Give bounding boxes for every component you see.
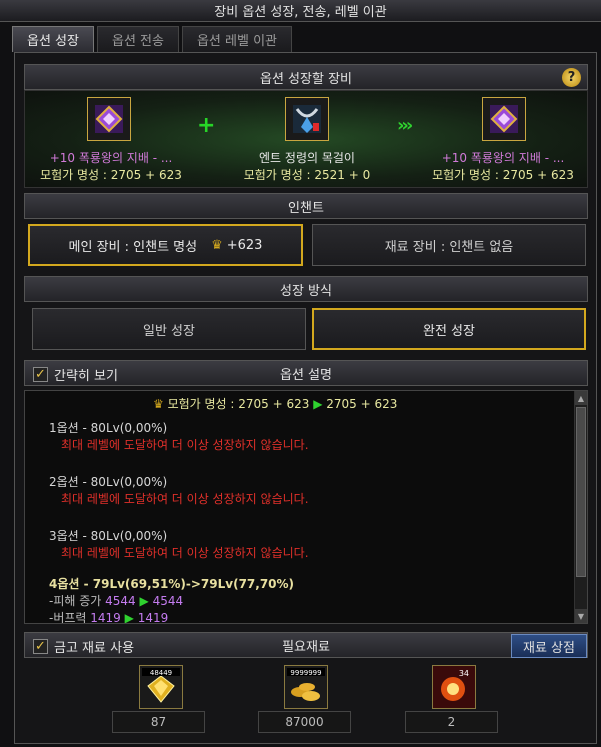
material-equip-name: 엔트 정령의 목걸이 (259, 151, 355, 165)
material-item-3-badge: 34 (459, 669, 469, 678)
growth-method-title: 성장 방식 (280, 283, 332, 299)
buff-label: -버프력 (49, 611, 87, 624)
checkbox-icon[interactable]: ✓ (33, 367, 48, 382)
material-item-3-count: 2 (405, 711, 498, 733)
option2-desc: 최대 레벨에 도달하여 더 이상 성장하지 않습니다. (61, 492, 309, 506)
material-item-1[interactable]: 48449 (139, 665, 183, 709)
material-item-3[interactable]: 34 (432, 665, 476, 709)
scroll-up-icon[interactable]: ▲ (575, 391, 587, 405)
equip-section-title: 옵션 성장할 장비 (260, 71, 352, 87)
enchant-header: 인챈트 (24, 193, 588, 219)
materials-header: ✓ 금고 재료 사용 필요재료 (24, 632, 588, 658)
materials-title: 필요재료 (282, 639, 330, 655)
tab-option-level-transfer[interactable]: 옵션 레벨 이관 (181, 26, 292, 52)
option3-title: 3옵션 - 80Lv(0,00%) (49, 529, 168, 543)
material-item-1-badge: 48449 (150, 669, 172, 677)
fame-crown-icon: ♛ (211, 237, 223, 253)
fame-from: 모험가 명성 : 2705 + 623 (167, 397, 310, 411)
fame-to: 2705 + 623 (326, 397, 398, 411)
gold-gem-icon: 48449 (140, 666, 182, 708)
option4-damage: -피해 증가 4544 ▶ 4544 (49, 592, 183, 609)
arrow-icon: ▶ (124, 611, 134, 624)
option3-desc: 최대 레벨에 도달하여 더 이상 성장하지 않습니다. (61, 546, 309, 560)
vault-materials-label: 금고 재료 사용 (54, 641, 135, 656)
material-item-1-count: 87 (112, 711, 205, 733)
simple-view-toggle[interactable]: ✓ 간략히 보기 (33, 365, 118, 384)
option1-title: 1옵션 - 80Lv(0,00%) (49, 421, 168, 435)
tab-option-growth[interactable]: 옵션 성장 (12, 26, 94, 52)
main-equip-name: +10 폭룡왕의 지배 - ... (49, 151, 173, 165)
material-shop-button[interactable]: 재료 상점 (511, 634, 587, 658)
full-growth-button[interactable]: 완전 성장 (312, 308, 586, 350)
checkbox-icon[interactable]: ✓ (33, 639, 48, 654)
option4-buff: -버프력 1419 ▶ 1419 (49, 609, 169, 624)
material-equip-fame: 모험가 명성 : 2521 + 0 (243, 168, 371, 182)
main-enchant-value: +623 (226, 237, 263, 253)
main-equip-icon (95, 105, 123, 133)
arrow-icon: ▶ (313, 397, 327, 411)
material-item-2-count: 87000 (258, 711, 351, 733)
buff-from: 1419 (90, 611, 121, 624)
buff-to: 1419 (137, 611, 169, 624)
fame-line: ♛ 모험가 명성 : 2705 + 623 ▶ 2705 + 623 (153, 395, 397, 412)
tab-option-transfer[interactable]: 옵션 전송 (96, 26, 179, 52)
normal-growth-label: 일반 성장 (143, 323, 195, 339)
scrollbar[interactable]: ▲ ▼ (574, 391, 587, 623)
main-enchant-label: 메인 장비 : 인챈트 명성 (68, 239, 198, 255)
damage-from: 4544 (105, 594, 136, 608)
fame-crown-icon: ♛ (153, 397, 168, 411)
option1-desc: 최대 레벨에 도달하여 더 이상 성장하지 않습니다. (61, 438, 309, 452)
damage-to: 4544 (152, 594, 184, 608)
result-equip-slot[interactable] (482, 97, 526, 141)
gold-coins-icon: 9999999 (285, 666, 327, 708)
result-equip-fame: 모험가 명성 : 2705 + 623 (432, 168, 574, 182)
tab-bar: 옵션 성장 옵션 전송 옵션 레벨 이관 (12, 26, 292, 52)
main-equip-fame: 모험가 명성 : 2705 + 623 (40, 168, 182, 182)
equip-section-header: 옵션 성장할 장비 ? (24, 64, 588, 90)
arrow-icon: ▶ (139, 594, 149, 608)
option2-title: 2옵션 - 80Lv(0,00%) (49, 475, 168, 489)
simple-view-label: 간략히 보기 (54, 369, 118, 384)
material-item-2-badge: 9999999 (290, 669, 321, 677)
scroll-down-icon[interactable]: ▼ (575, 609, 587, 623)
explosion-orb-icon: 34 (433, 666, 475, 708)
option4-title: 4옵션 - 79Lv(69,51%)->79Lv(77,70%) (49, 577, 295, 591)
scroll-thumb[interactable] (576, 407, 586, 577)
growth-method-header: 성장 방식 (24, 276, 588, 302)
equip-panel: + ››› +10 폭룡왕의 지배 - ... 모험가 명성 : 2705 + … (24, 90, 588, 188)
option-desc-title: 옵션 설명 (280, 367, 332, 383)
material-item-2[interactable]: 9999999 (284, 665, 328, 709)
window-title-bar: 장비 옵션 성장, 전송, 레벨 이관 (0, 0, 601, 22)
full-growth-label: 완전 성장 (423, 323, 475, 339)
damage-label: -피해 증가 (49, 594, 102, 608)
material-enchant-label: 재료 장비 : 인챈트 없음 (384, 239, 514, 255)
material-enchant-box[interactable]: 재료 장비 : 인챈트 없음 (312, 224, 586, 266)
window-title: 장비 옵션 성장, 전송, 레벨 이관 (214, 5, 387, 20)
material-equip-slot[interactable] (285, 97, 329, 141)
main-enchant-box[interactable]: 메인 장비 : 인챈트 명성 ♛ +623 (28, 224, 303, 266)
option-desc-header: ✓ 간략히 보기 옵션 설명 (24, 360, 588, 386)
necklace-icon (293, 105, 321, 133)
vault-materials-toggle[interactable]: ✓ 금고 재료 사용 (33, 637, 134, 656)
enchant-title: 인챈트 (288, 200, 324, 216)
plus-icon: + (197, 113, 216, 138)
help-icon[interactable]: ? (562, 68, 581, 87)
option-desc-panel[interactable]: ♛ 모험가 명성 : 2705 + 623 ▶ 2705 + 623 1옵션 -… (24, 390, 588, 624)
normal-growth-button[interactable]: 일반 성장 (32, 308, 306, 350)
result-equip-name: +10 폭룡왕의 지배 - ... (441, 151, 565, 165)
arrow-right-icon: ››› (397, 115, 413, 136)
main-equip-slot[interactable] (87, 97, 131, 141)
result-equip-icon (490, 105, 518, 133)
